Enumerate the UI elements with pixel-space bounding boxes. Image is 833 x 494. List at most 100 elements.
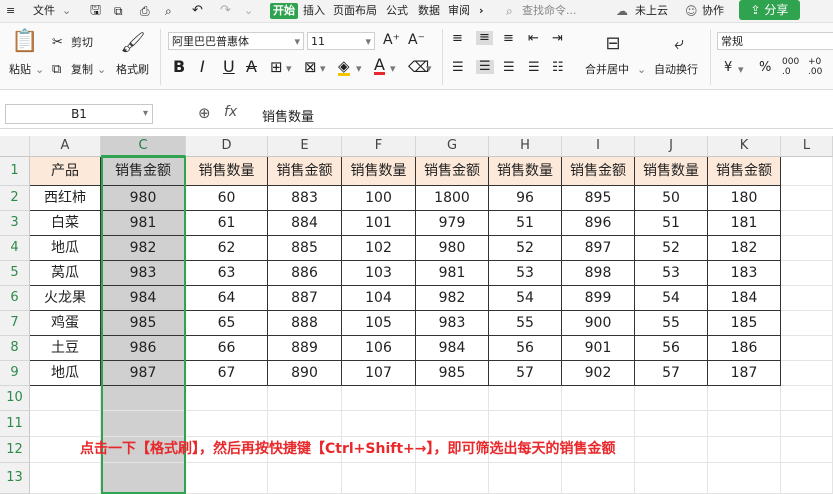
chevron-down-icon[interactable]: ▾ [356,62,362,76]
align-right-icon[interactable]: ☰ [503,61,515,75]
align-top-icon[interactable]: ≡ [452,32,463,46]
table-cell[interactable]: 54 [635,286,708,311]
table-cell[interactable]: 53 [489,261,562,286]
chevron-down-icon[interactable]: ⌄ [35,63,44,77]
font-name-select[interactable]: 阿里巴巴普惠体 ▾ [168,32,304,50]
table-cell[interactable]: 183 [708,261,781,286]
save-icon[interactable]: 🖫 [90,3,101,19]
table-cell[interactable]: 56 [635,336,708,361]
table-cell[interactable]: 187 [708,361,781,386]
table-cell[interactable]: 土豆 [30,336,101,361]
name-box[interactable]: B1 ▾ [5,104,153,124]
table-cell[interactable]: 107 [342,361,416,386]
table-cell[interactable]: 鸡蛋 [30,311,101,336]
paste-button[interactable]: 粘贴 [9,63,31,77]
decrease-font-icon[interactable]: A⁻ [408,33,425,47]
chevron-down-icon[interactable]: ▾ [320,62,326,76]
formula-input[interactable]: 销售数量 [262,106,314,125]
table-cell[interactable]: 180 [708,186,781,211]
column-header-a[interactable]: A [30,136,101,157]
column-header-l[interactable]: L [781,136,833,157]
table-header-cell[interactable]: 销售数量 [489,157,562,186]
table-cell[interactable]: 60 [186,186,268,211]
row-header-4[interactable]: 4 [0,236,30,261]
table-cell[interactable]: 白菜 [30,211,101,236]
bold-icon[interactable]: B [173,59,185,75]
empty-cell[interactable] [342,463,416,494]
table-header-cell[interactable]: 销售数量 [186,157,268,186]
table-cell[interactable]: 896 [562,211,635,236]
empty-cell[interactable] [416,463,489,494]
empty-cell[interactable] [781,261,833,286]
table-cell[interactable]: 55 [489,311,562,336]
table-cell[interactable]: 986 [101,336,186,361]
tab-formula[interactable]: 公式 [386,3,408,19]
row-header-9[interactable]: 9 [0,361,30,386]
table-cell[interactable]: 63 [186,261,268,286]
table-cell[interactable]: 67 [186,361,268,386]
table-cell[interactable]: 902 [562,361,635,386]
border-icon[interactable]: ⊞ [270,60,283,75]
empty-cell[interactable] [635,411,708,437]
empty-cell[interactable] [342,411,416,437]
table-cell[interactable]: 182 [708,236,781,261]
empty-cell[interactable] [101,386,186,411]
chevron-down-icon[interactable]: ▾ [286,62,292,76]
table-header-cell[interactable]: 产品 [30,157,101,186]
wrap-text-button[interactable]: 自动换行 [654,63,698,77]
table-cell[interactable]: 102 [342,236,416,261]
merge-center-button[interactable]: 合并居中 [585,63,629,77]
tab-review[interactable]: 审阅 [448,3,470,19]
table-cell[interactable]: 900 [562,311,635,336]
table-cell[interactable]: 889 [268,336,342,361]
tab-data[interactable]: 数据 [418,3,440,19]
table-cell[interactable]: 886 [268,261,342,286]
tab-page-layout[interactable]: 页面布局 [333,3,377,19]
menu-icon[interactable]: ≡ [6,3,15,19]
table-cell[interactable]: 980 [416,236,489,261]
table-cell[interactable]: 51 [489,211,562,236]
row-header-8[interactable]: 8 [0,336,30,361]
search-input[interactable]: 查找命令... [522,3,577,19]
cut-button[interactable]: 剪切 [71,36,93,50]
font-color-icon[interactable]: A [374,57,385,75]
table-cell[interactable]: 983 [416,311,489,336]
table-cell[interactable]: 101 [342,211,416,236]
table-header-cell[interactable]: 销售金额 [268,157,342,186]
table-cell[interactable]: 52 [635,236,708,261]
empty-cell[interactable] [781,311,833,336]
collab-button[interactable]: 协作 [702,3,724,19]
column-header-f[interactable]: F [342,136,416,157]
distributed-icon[interactable]: ☷ [552,61,564,75]
indent-decrease-icon[interactable]: ⇤ [528,32,539,46]
empty-cell[interactable] [781,211,833,236]
underline-icon[interactable]: U [223,59,235,75]
table-header-cell[interactable]: 销售金额 [416,157,489,186]
column-header-d[interactable]: D [186,136,268,157]
empty-cell[interactable] [781,437,833,463]
table-cell[interactable]: 地瓜 [30,236,101,261]
merge-center-icon[interactable]: ⊟ [600,31,626,55]
chevron-down-icon[interactable]: ▾ [426,62,432,76]
copy-icon[interactable]: ⧉ [52,63,61,77]
table-cell[interactable]: 981 [101,211,186,236]
table-cell[interactable]: 185 [708,311,781,336]
cell-style-icon[interactable]: ⊠ [304,60,317,75]
table-cell[interactable]: 62 [186,236,268,261]
table-cell[interactable]: 104 [342,286,416,311]
table-cell[interactable]: 57 [635,361,708,386]
table-header-cell[interactable]: 销售数量 [635,157,708,186]
table-header-cell[interactable]: 销售数量 [342,157,416,186]
column-header-h[interactable]: H [489,136,562,157]
justify-icon[interactable]: ☰ [528,61,540,75]
table-cell[interactable]: 982 [101,236,186,261]
copy-button[interactable]: 复制 [71,63,93,77]
row-header-12[interactable]: 12 [0,437,30,463]
row-header-1[interactable]: 1 [0,157,30,186]
table-cell[interactable]: 983 [101,261,186,286]
table-cell[interactable]: 985 [101,311,186,336]
row-header-3[interactable]: 3 [0,211,30,236]
empty-cell[interactable] [30,386,101,411]
table-header-cell[interactable]: 销售金额 [708,157,781,186]
table-cell[interactable]: 65 [186,311,268,336]
